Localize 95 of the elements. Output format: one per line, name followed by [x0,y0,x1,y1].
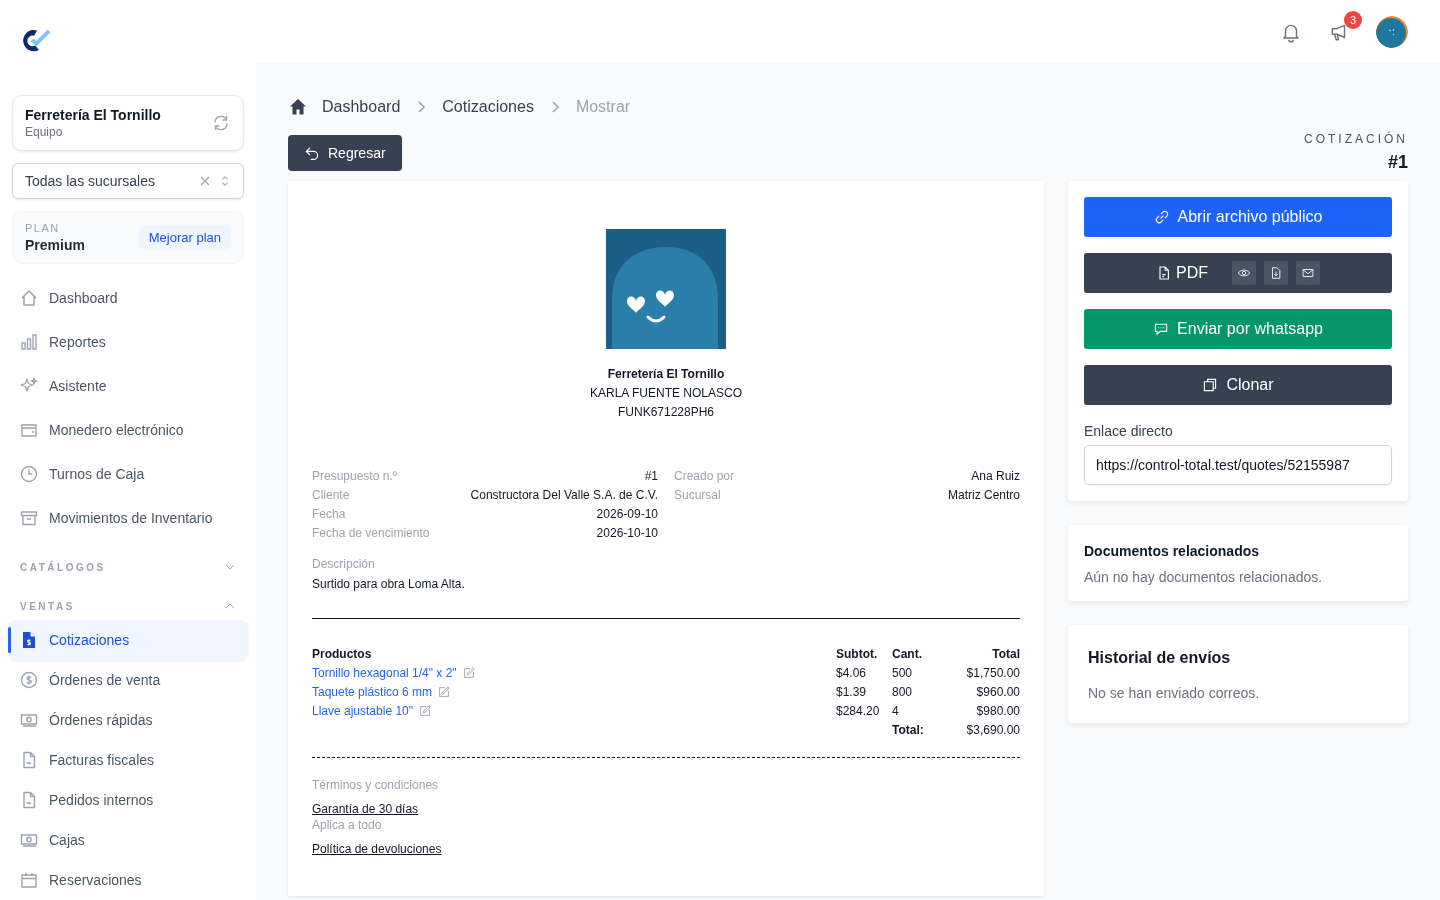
term-link[interactable]: Garantía de 30 días [312,802,419,816]
up-down-icon [219,175,231,188]
return-arrow-icon [304,145,320,161]
column-header: Cant. [892,647,923,661]
clone-button[interactable]: Clonar [1084,365,1392,405]
table-cell-text: $980.00 [975,704,1020,718]
link-icon [1153,209,1170,225]
dollar-coin-icon [19,670,39,690]
detail-value: Ana Ruiz [970,469,1020,483]
sidebar-item[interactable]: Asistente [8,366,248,406]
clock-icon [19,464,39,484]
clear-icon[interactable] [199,175,211,188]
detail-value: Matriz Centro [946,488,1020,502]
sidebar-item[interactable]: Cotizaciones [8,620,248,660]
table-cell-text: $960.00 [975,685,1020,699]
chat-bubble-icon [1153,321,1170,337]
notification-badge: 3 [1344,10,1362,29]
total-label: Total: [892,723,925,737]
email-button[interactable] [1296,261,1320,285]
branch-select[interactable]: Todas las sucursales [12,163,244,199]
contact-name: KARLA FUENTE NOLASCO [589,386,742,400]
detail-value: #1 [643,469,658,483]
back-button[interactable]: Regresar [288,135,402,171]
team-role: Equipo [25,125,64,140]
table-cell-text: $284.20 [836,704,881,718]
bar-chart-icon [19,332,39,352]
empty-message: Aún no hay documentos relacionados. [1084,569,1324,585]
sidebar-item[interactable]: Turnos de Caja [8,454,248,494]
detail-label: Fecha de vencimiento [312,526,430,540]
upgrade-button[interactable]: Mejorar plan [138,225,231,250]
card-title: Documentos relacionados [1084,543,1261,559]
document-type: COTIZACIÓN [1304,132,1408,146]
product-link[interactable]: Llave ajustable 10" [312,704,413,718]
house-icon [19,288,39,308]
detail-label: Cliente [312,488,351,502]
sidebar-item[interactable]: Órdenes rápidas [8,700,248,740]
term-scope: Aplica a todo [312,818,383,832]
download-button[interactable] [1264,261,1288,285]
table-cell-text: $4.06 [836,666,868,680]
detail-value: 2026-09-10 [595,507,658,521]
envelope-icon [1301,266,1315,280]
breadcrumb-link[interactable]: Dashboard [322,98,401,116]
document-number: #1 [1386,152,1408,173]
table-cell-text: 4 [892,704,900,718]
link-label: Enlace directo [1084,423,1174,439]
term-link[interactable]: Política de devoluciones [312,842,442,856]
open-public-button[interactable]: Abrir archivo público [1084,197,1392,237]
download-document-icon [1269,266,1283,280]
avatar[interactable] [1376,15,1408,48]
detail-label: Presupuesto n.º [312,469,399,483]
sidebar-item[interactable]: Reportes [8,322,248,362]
whatsapp-button[interactable]: Enviar por whatsapp [1084,309,1392,349]
document-icon [1156,265,1172,281]
product-link[interactable]: Taquete plástico 6 mm [312,685,433,699]
sidebar-item[interactable]: Movimientos de Inventario [8,498,248,538]
sidebar-item[interactable]: Órdenes de venta [8,660,248,700]
home-icon[interactable] [288,97,308,117]
sidebar-item[interactable]: Cajas [8,820,248,860]
empty-message: No se han enviado correos. [1087,684,1261,703]
detail-value: 2026-10-10 [595,526,658,540]
column-header: Total [991,647,1020,661]
company-name: Ferretería El Tornillo [607,367,725,381]
team-name: Ferretería El Tornillo [25,107,161,124]
sidebar-item[interactable]: Facturas fiscales [8,740,248,780]
card-title: Historial de envíos [1087,648,1232,667]
column-header: Productos [312,647,373,661]
link-field[interactable]: https://control-total.test/quotes/52155987 [1084,445,1392,485]
calendar-icon [19,870,39,890]
table-cell-text: $1.39 [836,685,868,699]
detail-label: Fecha [312,507,347,521]
product-link[interactable]: Tornillo hexagonal 1/4" x 2" [312,666,457,680]
preview-button[interactable] [1232,261,1256,285]
pdf-button[interactable]: PDF [1156,264,1208,282]
terms-label: Términos y condiciones [312,778,440,792]
detail-value: Constructora Del Valle S.A. de C.V. [469,488,658,502]
breadcrumb-link[interactable]: Cotizaciones [442,98,534,116]
table-cell-text: $1,750.00 [965,666,1020,680]
sidebar-item[interactable]: Dashboard [8,278,248,318]
archive-box-icon [19,508,39,528]
column-header: Subtot. [836,647,879,661]
description-text: Surtido para obra Loma Alta. [312,577,466,591]
table-cell-text: 500 [892,666,914,680]
plan-name: Premium [25,237,85,253]
sidebar-item[interactable]: Monedero electrónico [8,410,248,450]
description-label: Descripción [312,557,376,571]
tax-id: FUNK671228PH6 [617,405,715,419]
total-value: $3,690.00 [965,723,1020,737]
sidebar-item[interactable]: Reservaciones [8,860,248,900]
table-cell-text: 800 [892,685,914,699]
detail-label: Creado por [674,469,735,483]
detail-label: Sucursal [674,488,722,502]
plan-label: PLAN [25,222,61,234]
team-card[interactable]: Ferretería El Tornillo Equipo [12,95,244,152]
sidebar-item[interactable]: Pedidos internos [8,780,248,820]
copy-icon [1202,377,1219,393]
